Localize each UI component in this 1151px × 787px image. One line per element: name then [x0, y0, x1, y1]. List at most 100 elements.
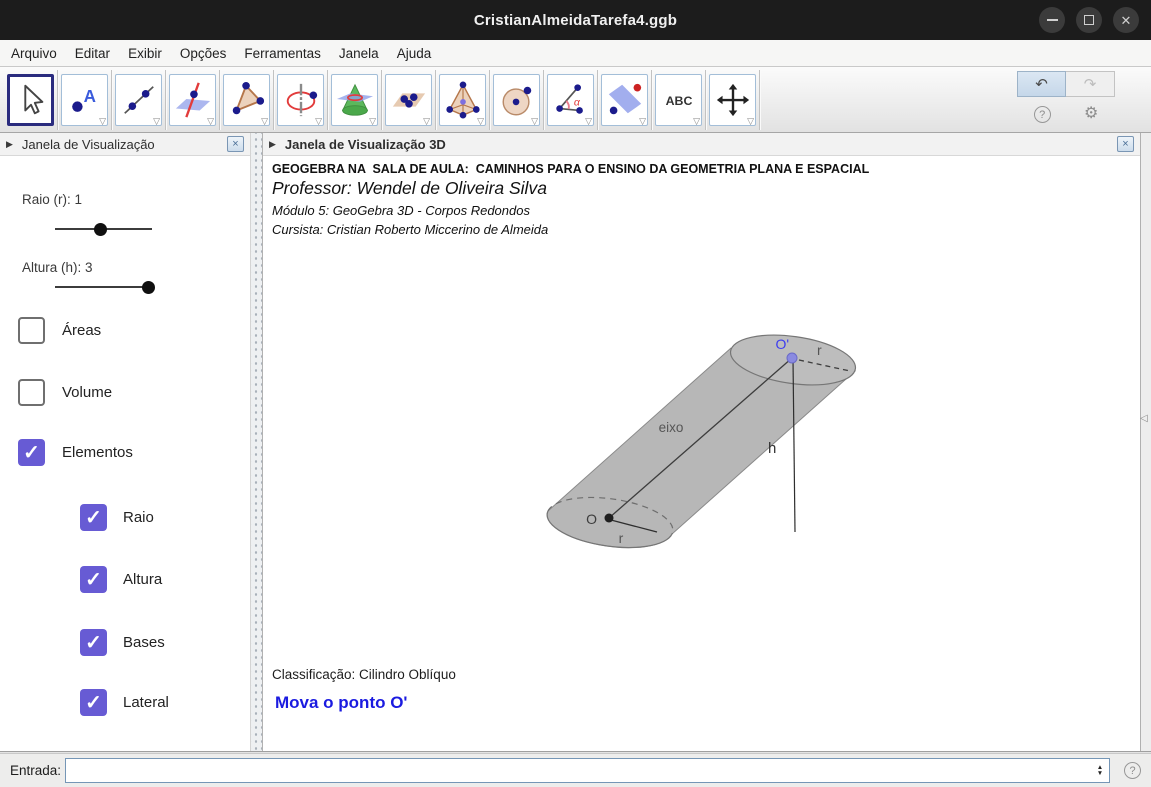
tool-dropdown-icon[interactable]: ▽: [153, 117, 160, 126]
menu-exibir[interactable]: Exibir: [119, 42, 171, 65]
polygon-tool-icon: [228, 81, 266, 119]
tool-reflect-plane-button[interactable]: ▽: [601, 74, 648, 126]
entrada-input[interactable]: [66, 760, 1093, 781]
left-panel-header: ▶ Janela de Visualização ×: [0, 133, 250, 156]
left-panel-close-button[interactable]: ×: [227, 136, 244, 152]
circle-axis-icon: [282, 81, 320, 119]
checkbox-areas[interactable]: [18, 317, 45, 344]
minimize-icon: [1047, 19, 1058, 21]
checkbox-row-bases: ✓ Bases: [80, 629, 165, 656]
checkbox-row-volume: Volume: [18, 379, 112, 406]
tool-text-button[interactable]: ABC ▽: [655, 74, 702, 126]
redo-button[interactable]: ↷: [1066, 71, 1115, 97]
entrada-label: Entrada:: [10, 763, 61, 778]
close-button[interactable]: ✕: [1113, 7, 1139, 33]
toolbar: A ▽ ▽ ▽ ▽: [0, 67, 1151, 133]
tool-move-view-button[interactable]: ▽: [709, 74, 756, 126]
tool-dropdown-icon[interactable]: ▽: [99, 117, 106, 126]
checkbox-lateral[interactable]: ✓: [80, 689, 107, 716]
checkbox-raio[interactable]: ✓: [80, 504, 107, 531]
checkbox-bases-label: Bases: [123, 634, 165, 651]
close-icon: ×: [1122, 138, 1128, 150]
view3d-panel: ▶ Janela de Visualização 3D × GEOGEBRA N…: [263, 133, 1140, 751]
checkbox-volume[interactable]: [18, 379, 45, 406]
tool-intersect-surfaces-button[interactable]: ▽: [331, 74, 378, 126]
reflect-plane-icon: [606, 81, 644, 119]
perpendicular-line-icon: [174, 81, 212, 119]
tool-dropdown-icon[interactable]: ▽: [315, 117, 322, 126]
tool-move-button[interactable]: [7, 74, 54, 126]
point-O[interactable]: [605, 514, 614, 523]
right-edge-splitter[interactable]: ◁: [1140, 133, 1151, 751]
point-tool-icon: A: [66, 81, 104, 119]
tool-circle-with-axis-button[interactable]: ▽: [277, 74, 324, 126]
tool-line-button[interactable]: ▽: [115, 74, 162, 126]
input-history-spinner[interactable]: ▲ ▼: [1093, 765, 1107, 776]
minimize-button[interactable]: [1039, 7, 1065, 33]
tool-plane-3-points-button[interactable]: ▽: [385, 74, 432, 126]
entrada-field-wrap[interactable]: ▲ ▼: [65, 758, 1110, 783]
checkbox-row-elementos: ✓ Elementos: [18, 439, 133, 466]
axis-label: eixo: [659, 420, 684, 435]
close-icon: ✕: [1121, 14, 1132, 27]
undo-button[interactable]: ↶: [1017, 71, 1066, 97]
slider-altura-label: Altura (h): 3: [22, 260, 93, 275]
tool-dropdown-icon[interactable]: ▽: [747, 117, 754, 126]
spinner-down-icon: ▼: [1097, 771, 1103, 777]
view3d-close-button[interactable]: ×: [1117, 136, 1134, 152]
intersect-surfaces-icon: [336, 81, 374, 119]
slider-raio[interactable]: [55, 220, 152, 238]
point-O-prime[interactable]: [787, 353, 797, 363]
checkbox-volume-label: Volume: [62, 384, 112, 401]
check-icon: ✓: [85, 570, 102, 590]
tool-dropdown-icon[interactable]: ▽: [531, 117, 538, 126]
tool-dropdown-icon[interactable]: ▽: [207, 117, 214, 126]
classification-text: Classificação: Cilindro Oblíquo: [272, 667, 456, 682]
toolbar-help-icon[interactable]: ?: [1034, 106, 1051, 123]
tool-angle-button[interactable]: α ▽: [547, 74, 594, 126]
tool-dropdown-icon[interactable]: ▽: [693, 117, 700, 126]
oblique-cylinder-figure[interactable]: eixo h r r O O': [263, 156, 1140, 751]
menu-opcoes[interactable]: Opções: [171, 42, 236, 65]
input-help-icon[interactable]: ?: [1124, 762, 1141, 779]
panel-splitter[interactable]: [250, 133, 263, 751]
panel-collapse-arrow-icon[interactable]: ▶: [6, 139, 13, 150]
menubar: Arquivo Editar Exibir Opções Ferramentas…: [0, 40, 1151, 67]
tool-pyramid-button[interactable]: ▽: [439, 74, 486, 126]
view3d-canvas[interactable]: GEOGEBRA NA SALA DE AULA: CAMINHOS PARA …: [263, 156, 1140, 751]
checkbox-elementos[interactable]: ✓: [18, 439, 45, 466]
settings-gear-icon[interactable]: ⚙: [1084, 106, 1098, 123]
tool-sphere-button[interactable]: ▽: [493, 74, 540, 126]
collapse-left-icon[interactable]: ◁: [1140, 413, 1148, 424]
menu-ferramentas[interactable]: Ferramentas: [235, 42, 330, 65]
slider-altura[interactable]: [55, 278, 152, 296]
tool-dropdown-icon[interactable]: ▽: [585, 117, 592, 126]
check-icon: ✓: [85, 633, 102, 653]
tool-dropdown-icon[interactable]: ▽: [261, 117, 268, 126]
cursor-arrow-icon: [12, 81, 50, 119]
tool-dropdown-icon[interactable]: ▽: [423, 117, 430, 126]
checkbox-altura[interactable]: ✓: [80, 566, 107, 593]
maximize-icon: [1084, 15, 1094, 25]
slider-altura-knob[interactable]: [142, 281, 155, 294]
maximize-button[interactable]: [1076, 7, 1102, 33]
tool-dropdown-icon[interactable]: ▽: [477, 117, 484, 126]
panel-collapse-arrow-icon[interactable]: ▶: [269, 139, 276, 150]
checkbox-bases[interactable]: ✓: [80, 629, 107, 656]
checkbox-row-raio: ✓ Raio: [80, 504, 154, 531]
slider-raio-knob[interactable]: [94, 223, 107, 236]
bottom-radius-label: r: [619, 530, 624, 546]
tool-dropdown-icon[interactable]: ▽: [369, 117, 376, 126]
tool-polygon-button[interactable]: ▽: [223, 74, 270, 126]
menu-arquivo[interactable]: Arquivo: [2, 42, 66, 65]
tool-perpendicular-line-button[interactable]: ▽: [169, 74, 216, 126]
menu-editar[interactable]: Editar: [66, 42, 119, 65]
menu-ajuda[interactable]: Ajuda: [388, 42, 441, 65]
tool-point-button[interactable]: A ▽: [61, 74, 108, 126]
checkbox-raio-label: Raio: [123, 509, 154, 526]
tool-dropdown-icon[interactable]: ▽: [639, 117, 646, 126]
svg-text:A: A: [83, 86, 95, 105]
pyramid-tool-icon: [444, 81, 482, 119]
menu-janela[interactable]: Janela: [330, 42, 388, 65]
slider-altura-track[interactable]: [55, 286, 152, 288]
